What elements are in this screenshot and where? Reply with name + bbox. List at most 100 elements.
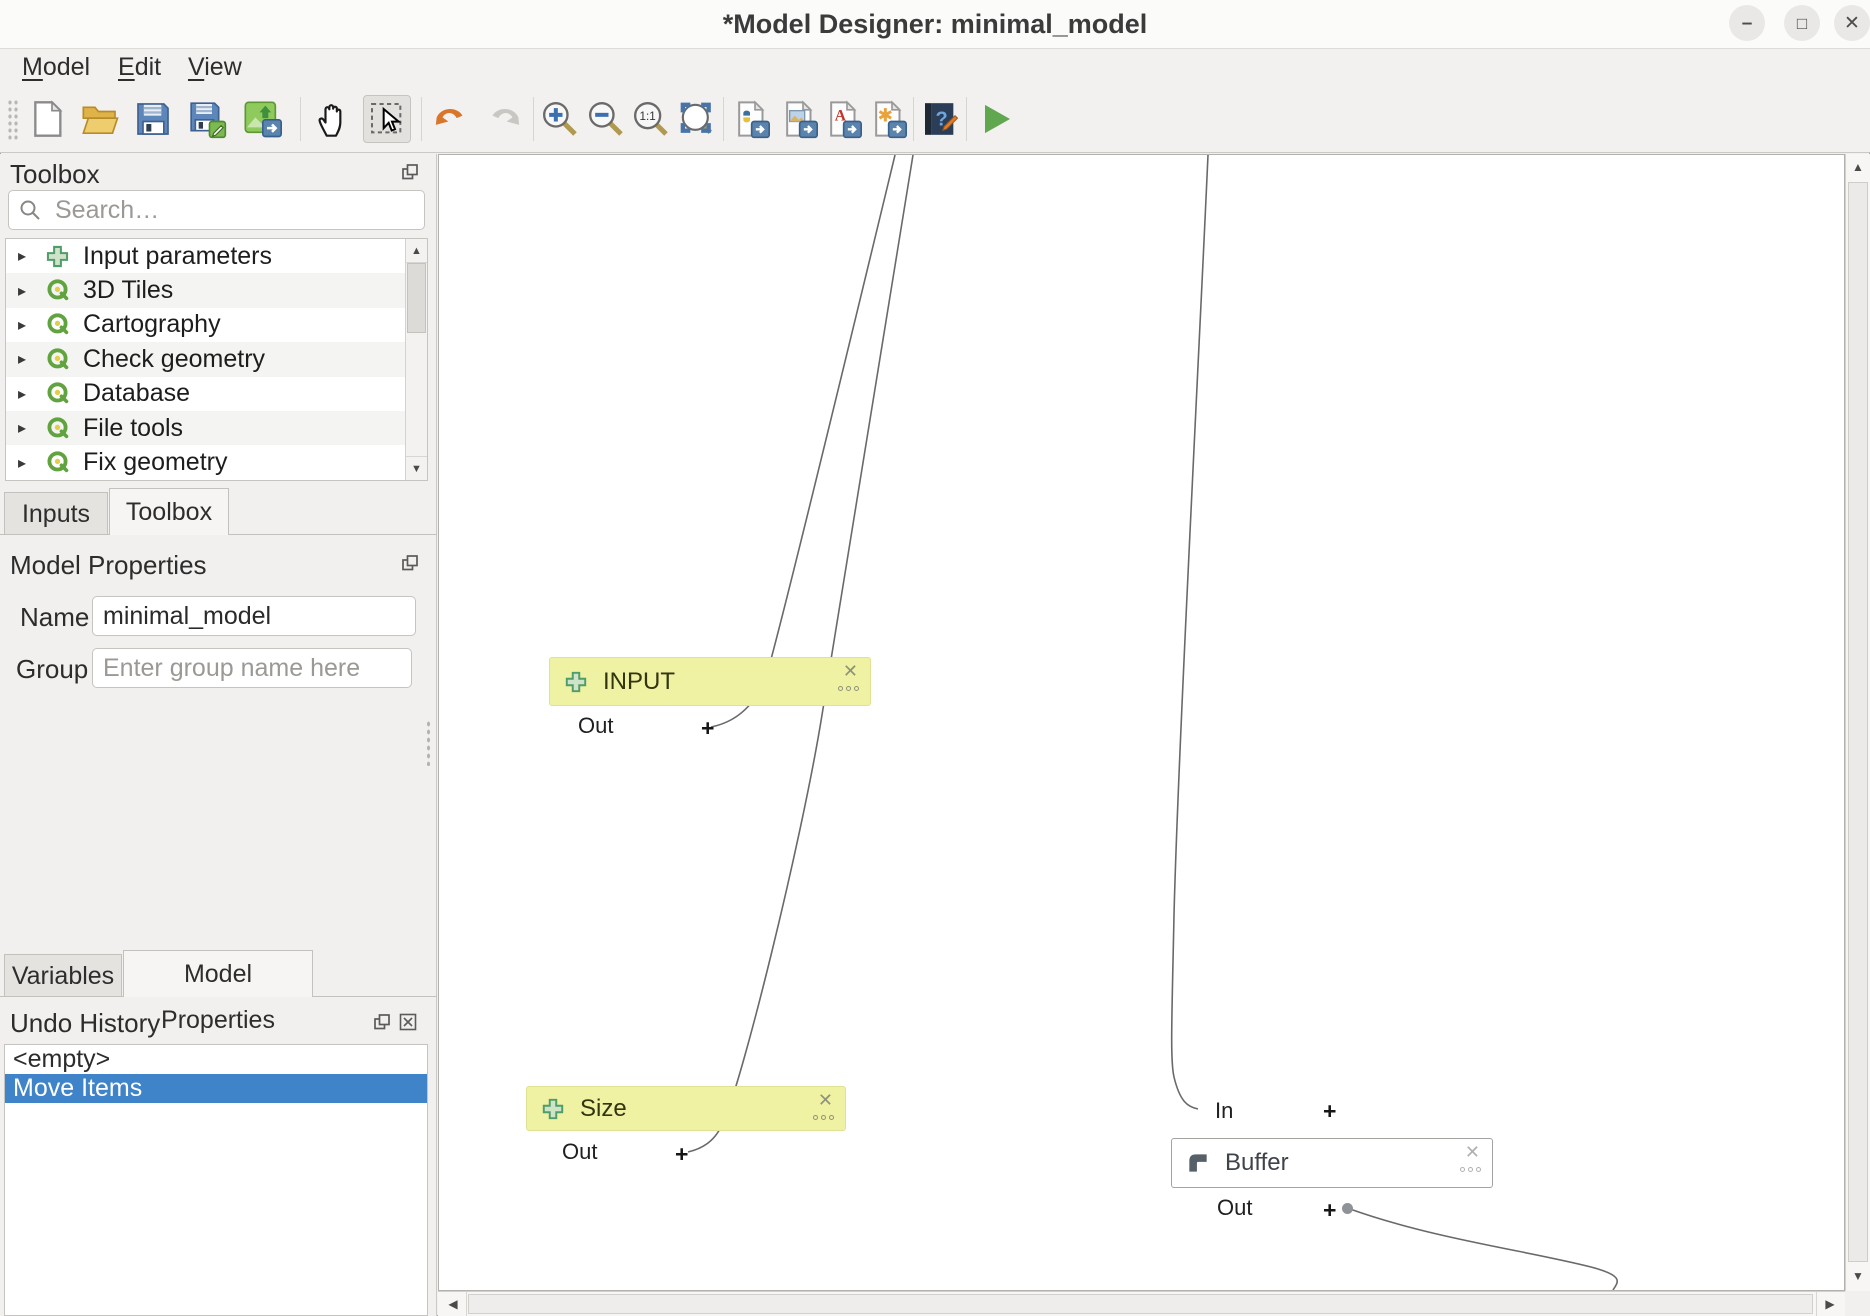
- tree-item-database[interactable]: ▸Database: [6, 377, 427, 411]
- undo-item-empty[interactable]: <empty>: [5, 1045, 427, 1074]
- menu-model[interactable]: Model: [16, 49, 96, 87]
- tab-model-properties[interactable]: Model Properties: [123, 950, 313, 997]
- pan-tool-button[interactable]: [309, 95, 357, 143]
- export-image-icon: [778, 99, 818, 139]
- name-field[interactable]: [92, 596, 416, 636]
- toolbar-separator: [723, 97, 724, 141]
- save-model-button[interactable]: [129, 95, 177, 143]
- close-button[interactable]: ✕: [1834, 5, 1870, 41]
- node-input-out-port[interactable]: +: [701, 713, 714, 743]
- model-canvas[interactable]: INPUT ✕ Out + Size ✕ Out + In + Buffer ✕…: [438, 154, 1845, 1291]
- node-size[interactable]: Size ✕: [526, 1086, 846, 1131]
- panel-splitter-handle[interactable]: [426, 720, 431, 766]
- menu-view[interactable]: View: [182, 49, 248, 87]
- group-field[interactable]: [92, 648, 412, 688]
- scroll-up-icon[interactable]: ▲: [1846, 154, 1870, 180]
- scroll-down-icon[interactable]: ▼: [406, 456, 427, 480]
- select-tool-button[interactable]: [363, 95, 411, 143]
- model-designer-window: *Model Designer: minimal_model – □ ✕ Mod…: [0, 0, 1870, 1316]
- new-model-button[interactable]: [23, 95, 71, 143]
- menubar: Model Edit View: [0, 49, 1870, 87]
- expander-icon[interactable]: ▸: [6, 418, 40, 438]
- remove-node-icon[interactable]: ✕: [818, 1089, 833, 1111]
- export-svg-button[interactable]: [863, 95, 911, 143]
- scroll-right-icon[interactable]: ▶: [1816, 1292, 1843, 1316]
- tree-item-3d-tiles[interactable]: ▸3D Tiles: [6, 273, 427, 307]
- toolbar: 1:1 A ?: [0, 87, 1870, 153]
- canvas-horizontal-scrollbar[interactable]: ◀ ▶: [438, 1291, 1845, 1316]
- undo-history-list: <empty> Move Items: [4, 1044, 428, 1316]
- qgis-provider-icon: [44, 311, 71, 338]
- zoom-in-button[interactable]: [536, 95, 584, 143]
- tree-item-input-parameters[interactable]: ▸Input parameters: [6, 239, 427, 273]
- open-model-button[interactable]: [76, 95, 124, 143]
- algorithm-tree: ▸Input parameters ▸3D Tiles ▸Cartography…: [5, 238, 428, 481]
- model-properties-float-icon[interactable]: [400, 553, 420, 573]
- window-title: *Model Designer: minimal_model: [0, 0, 1870, 48]
- undo-history-close-icon[interactable]: [398, 1012, 418, 1032]
- save-model-as-button[interactable]: [183, 95, 231, 143]
- expander-icon[interactable]: ▸: [6, 281, 40, 301]
- expander-icon[interactable]: ▸: [6, 453, 40, 473]
- remove-node-icon[interactable]: ✕: [1465, 1141, 1480, 1163]
- canvas-vertical-scrollbar[interactable]: ▲ ▼: [1845, 154, 1870, 1291]
- zoom-out-button[interactable]: [582, 95, 630, 143]
- remove-node-icon[interactable]: ✕: [843, 660, 858, 682]
- toolbar-separator: [966, 97, 967, 141]
- minimize-button[interactable]: –: [1729, 5, 1765, 41]
- more-options-icon[interactable]: [813, 1115, 834, 1120]
- name-label: Name: [20, 602, 89, 633]
- scroll-down-icon[interactable]: ▼: [1846, 1263, 1870, 1289]
- export-image-button[interactable]: [774, 95, 822, 143]
- export-python-icon: [730, 99, 770, 139]
- export-pdf-button[interactable]: A: [818, 95, 866, 143]
- zoom-actual-button[interactable]: 1:1: [627, 95, 675, 143]
- input-parameter-icon: [44, 243, 71, 270]
- tree-item-file-tools[interactable]: ▸File tools: [6, 411, 427, 445]
- edge-buffer-out: [1350, 1209, 1617, 1290]
- tab-inputs[interactable]: Inputs: [4, 492, 108, 535]
- toolbar-drag-handle[interactable]: [7, 99, 19, 141]
- node-input-label: INPUT: [603, 668, 675, 696]
- scroll-left-icon[interactable]: ◀: [440, 1292, 467, 1316]
- node-buffer-out-port[interactable]: +: [1323, 1195, 1336, 1225]
- node-buffer-in-port[interactable]: +: [1323, 1096, 1336, 1126]
- undo-button[interactable]: [426, 95, 474, 143]
- tab-toolbox[interactable]: Toolbox: [109, 488, 229, 535]
- tree-item-check-geometry[interactable]: ▸Check geometry: [6, 342, 427, 376]
- tree-scrollbar[interactable]: ▲ ▼: [405, 239, 427, 480]
- save-in-project-icon: [242, 99, 282, 139]
- qgis-provider-icon: [44, 449, 71, 476]
- redo-button[interactable]: [481, 95, 529, 143]
- export-python-button[interactable]: [726, 95, 774, 143]
- tree-scrollbar-thumb[interactable]: [407, 263, 426, 333]
- expander-icon[interactable]: ▸: [6, 384, 40, 404]
- expander-icon[interactable]: ▸: [6, 246, 40, 266]
- undo-history-float-icon[interactable]: [372, 1012, 392, 1032]
- more-options-icon[interactable]: [1460, 1167, 1481, 1172]
- menu-edit[interactable]: Edit: [112, 49, 167, 87]
- node-buffer[interactable]: Buffer ✕: [1171, 1138, 1493, 1188]
- search-input[interactable]: [8, 190, 425, 230]
- zoom-full-button[interactable]: [673, 95, 721, 143]
- node-buffer-out-anchor[interactable]: [1342, 1203, 1353, 1214]
- scroll-up-icon[interactable]: ▲: [406, 239, 427, 263]
- expander-icon[interactable]: ▸: [6, 315, 40, 335]
- tree-item-cartography[interactable]: ▸Cartography: [6, 308, 427, 342]
- tab-variables[interactable]: Variables: [4, 954, 122, 997]
- run-model-button[interactable]: [971, 95, 1019, 143]
- toolbox-float-icon[interactable]: [400, 162, 420, 182]
- more-options-icon[interactable]: [838, 686, 859, 691]
- horizontal-scrollbar-thumb[interactable]: [468, 1294, 1813, 1314]
- maximize-button[interactable]: □: [1784, 5, 1820, 41]
- save-model-in-project-button[interactable]: [238, 95, 286, 143]
- tree-item-fix-geometry[interactable]: ▸Fix geometry: [6, 445, 427, 479]
- node-size-out-port[interactable]: +: [675, 1139, 688, 1169]
- titlebar: *Model Designer: minimal_model – □ ✕: [0, 0, 1870, 49]
- expander-icon[interactable]: ▸: [6, 349, 40, 369]
- undo-item-move-items[interactable]: Move Items: [5, 1074, 427, 1103]
- node-input[interactable]: INPUT ✕: [549, 657, 871, 706]
- help-button[interactable]: ?: [916, 95, 964, 143]
- vertical-scrollbar-thumb[interactable]: [1848, 182, 1868, 1262]
- node-buffer-in-port-label: In: [1215, 1096, 1233, 1126]
